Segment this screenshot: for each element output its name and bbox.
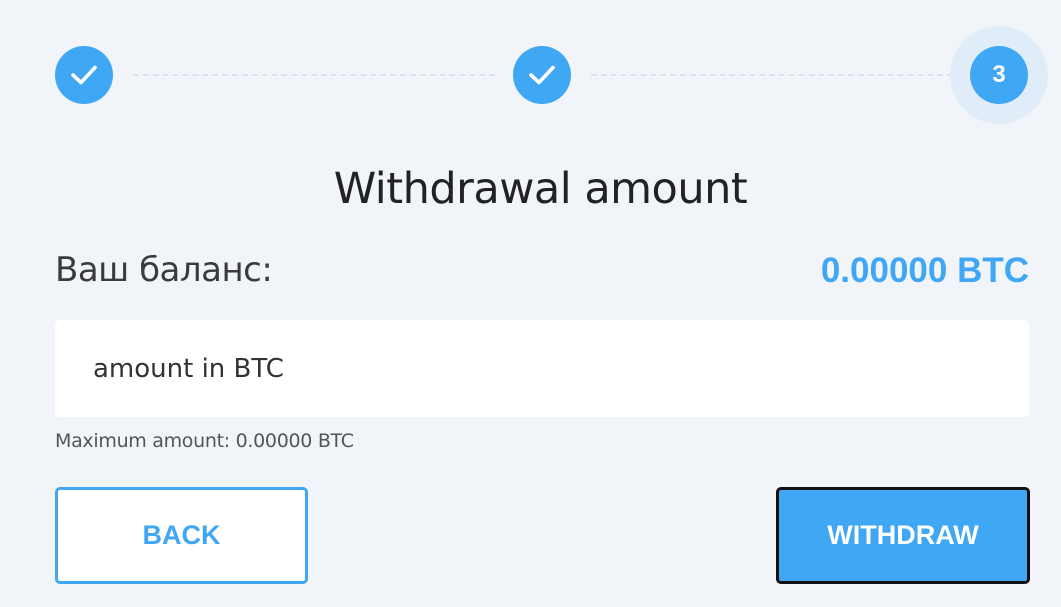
step-connector-2 <box>591 74 953 76</box>
step-1-completed <box>55 46 113 104</box>
page-title: Withdrawal amount <box>333 164 748 214</box>
step-2-completed <box>513 46 571 104</box>
step-3-number: 3 <box>992 61 1006 88</box>
step-3-active: 3 <box>970 46 1028 104</box>
check-icon <box>529 65 555 85</box>
withdraw-button[interactable]: WITHDRAW <box>776 487 1030 584</box>
back-button-label: BACK <box>142 520 221 550</box>
balance-label: Ваш баланс: <box>55 250 273 290</box>
back-button[interactable]: BACK <box>55 487 308 584</box>
max-amount-hint: Maximum amount: 0.00000 BTC <box>55 430 354 452</box>
step-connector-1 <box>133 74 495 76</box>
amount-input[interactable] <box>55 320 1029 417</box>
withdraw-button-label: WITHDRAW <box>827 520 979 550</box>
progress-stepper: 3 <box>0 0 1061 150</box>
check-icon <box>71 65 97 85</box>
balance-value: 0.00000 BTC <box>820 251 1029 290</box>
